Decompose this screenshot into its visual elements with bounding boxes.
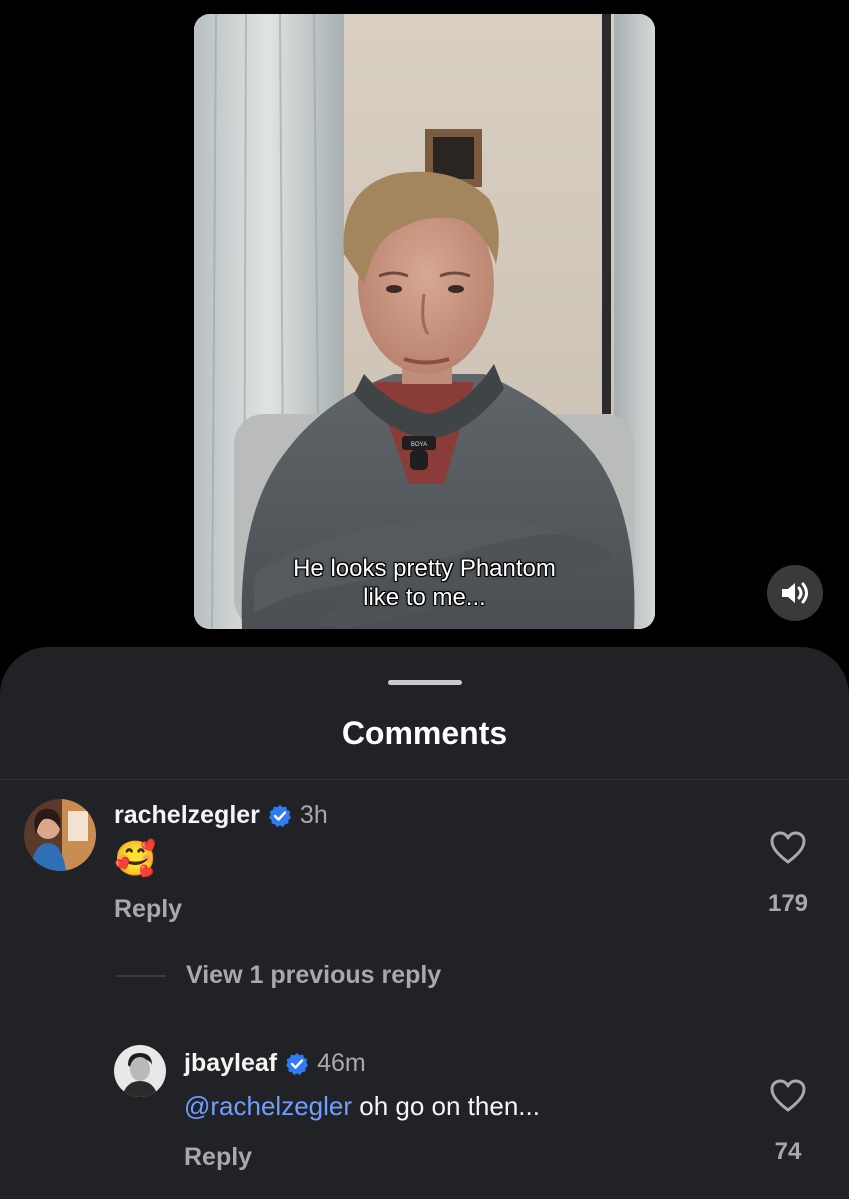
svg-text:BOYA: BOYA <box>411 442 427 448</box>
comment-body: oh go on then... <box>352 1091 540 1121</box>
view-previous-replies-button[interactable]: View 1 previous reply <box>116 961 441 990</box>
verified-badge-icon <box>285 1052 309 1076</box>
comment-username[interactable]: rachelzegler <box>114 801 260 830</box>
verified-badge-icon <box>268 804 292 828</box>
comments-sheet: Comments rachelzegler 3h 🥰 Reply 179 Vie… <box>0 647 849 1199</box>
view-previous-label: View 1 previous reply <box>186 961 442 989</box>
reply-button[interactable]: Reply <box>184 1143 252 1172</box>
like-button[interactable] <box>770 1079 806 1118</box>
heart-icon <box>770 1079 806 1112</box>
volume-toggle-button[interactable] <box>767 565 823 621</box>
comment-header: rachelzegler 3h <box>114 801 328 830</box>
caption-line: like to me... <box>363 584 486 611</box>
comment-username[interactable]: jbayleaf <box>184 1049 277 1078</box>
caption-line: He looks pretty Phantom <box>293 555 556 582</box>
like-button[interactable] <box>770 831 806 870</box>
divider <box>0 779 849 780</box>
comment-text: 🥰 <box>114 840 157 878</box>
comment-time: 46m <box>317 1049 366 1077</box>
sheet-grabber[interactable] <box>388 680 462 685</box>
avatar[interactable] <box>114 1045 166 1097</box>
comment-time: 3h <box>299 801 328 829</box>
comment-header: jbayleaf 46m <box>184 1049 366 1078</box>
like-count: 179 <box>767 890 809 917</box>
like-count: 74 <box>774 1138 802 1165</box>
comment-text: @rachelzegler oh go on then... <box>184 1091 540 1122</box>
volume-on-icon <box>782 582 808 604</box>
reply-button[interactable]: Reply <box>114 895 182 924</box>
thread-line <box>116 974 166 977</box>
mention-link[interactable]: @rachelzegler <box>184 1091 352 1121</box>
avatar[interactable] <box>24 799 96 871</box>
video-player[interactable]: BOYA He looks pretty Phantom like to me.… <box>194 14 655 629</box>
heart-icon <box>770 831 806 864</box>
video-caption: He looks pretty Phantom like to me... <box>194 554 655 612</box>
sheet-title: Comments <box>341 715 508 751</box>
video-frame: BOYA <box>194 14 655 629</box>
